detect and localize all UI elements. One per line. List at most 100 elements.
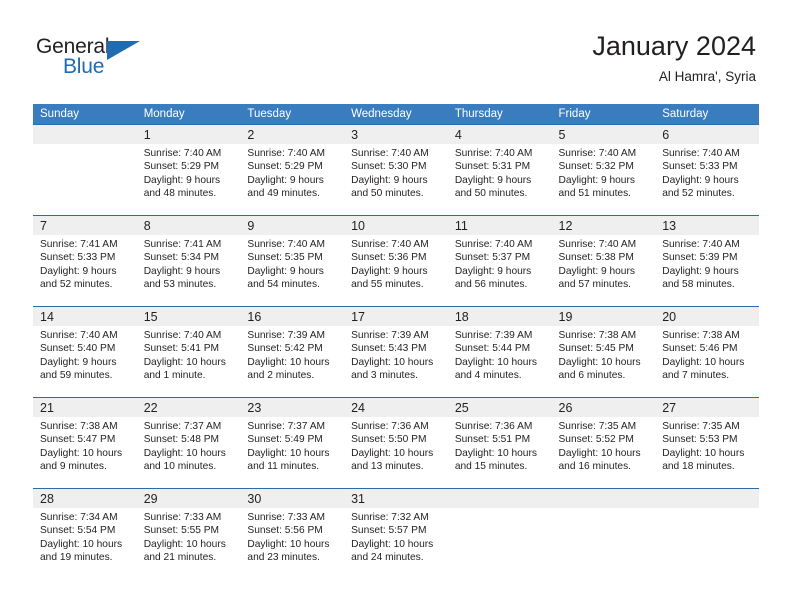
day-number: 22 [136, 398, 241, 417]
sunset-text: Sunset: 5:54 PM [40, 525, 116, 537]
day-cell[interactable]: 14 Sunrise: 7:40 AM Sunset: 5:40 PM Dayligh… [33, 306, 137, 398]
day-cell[interactable]: 15 Sunrise: 7:40 AM Sunset: 5:41 PM Dayligh… [136, 306, 241, 398]
general-blue-logo[interactable]: General Blue [36, 36, 166, 84]
day-cell[interactable]: 12 Sunrise: 7:40 AM Sunset: 5:38 PM Dayligh… [551, 215, 656, 307]
day-cell[interactable]: 4 Sunrise: 7:40 AM Sunset: 5:31 PM Daylight… [447, 124, 552, 216]
daylight-text-cont: and 52 minutes. [40, 279, 113, 291]
sunset-text: Sunset: 5:34 PM [143, 252, 220, 264]
day-cell[interactable]: 13 Sunrise: 7:40 AM Sunset: 5:39 PM Dayligh… [655, 215, 759, 307]
sunset-text: Sunset: 5:44 PM [454, 343, 531, 355]
day-cell[interactable]: 21 Sunrise: 7:38 AM Sunset: 5:47 PM Dayligh… [33, 397, 137, 489]
day-cell[interactable]: 6 Sunrise: 7:40 AM Sunset: 5:33 PM Daylight… [655, 124, 759, 216]
calendar-header-row: Sunday Monday Tuesday Wednesday Thursday… [33, 104, 759, 125]
day-number: 17 [344, 307, 448, 326]
day-cell[interactable]: 8 Sunrise: 7:41 AM Sunset: 5:34 PM Daylight… [136, 215, 241, 307]
daylight-text-cont: and 58 minutes. [662, 279, 735, 291]
daylight-text: Daylight: 10 hours [143, 447, 226, 459]
sunset-text: Sunset: 5:37 PM [454, 252, 531, 264]
day-cell[interactable]: 5 Sunrise: 7:40 AM Sunset: 5:32 PM Daylight… [551, 124, 656, 216]
day-cell[interactable]: 19 Sunrise: 7:38 AM Sunset: 5:45 PM Dayligh… [551, 306, 656, 398]
sunset-text: Sunset: 5:51 PM [454, 434, 531, 446]
day-cell[interactable]: 18 Sunrise: 7:39 AM Sunset: 5:44 PM Dayligh… [447, 306, 552, 398]
day-cell[interactable]: 10 Sunrise: 7:40 AM Sunset: 5:36 PM Dayligh… [344, 215, 448, 307]
day-cell[interactable]: 16 Sunrise: 7:39 AM Sunset: 5:42 PM Dayligh… [240, 306, 345, 398]
daylight-text-cont: and 21 minutes. [143, 552, 217, 564]
daylight-text: Daylight: 9 hours [40, 356, 117, 368]
day-number: 19 [551, 307, 656, 326]
day-cell[interactable]: 29 Sunrise: 7:33 AM Sunset: 5:55 PM Dayligh… [136, 488, 241, 579]
day-details: Sunrise: 7:33 AM Sunset: 5:56 PM Daylight:… [240, 508, 344, 565]
day-cell[interactable] [655, 488, 759, 579]
sunset-text: Sunset: 5:29 PM [143, 161, 220, 173]
daylight-text: Daylight: 9 hours [454, 174, 532, 186]
day-number [551, 489, 656, 508]
daylight-text-cont: and 50 minutes. [454, 188, 528, 200]
weekday-header-tuesday: Tuesday [240, 104, 345, 125]
daylight-text: Daylight: 9 hours [351, 174, 428, 186]
day-number: 4 [447, 125, 552, 144]
day-number: 15 [136, 307, 241, 326]
day-number: 26 [551, 398, 656, 417]
day-number: 31 [344, 489, 448, 508]
day-number: 16 [240, 307, 345, 326]
day-details: Sunrise: 7:40 AM Sunset: 5:36 PM Daylight:… [344, 235, 448, 292]
day-details: Sunrise: 7:39 AM Sunset: 5:43 PM Daylight:… [344, 326, 448, 383]
day-details: Sunrise: 7:40 AM Sunset: 5:29 PM Daylight:… [137, 144, 241, 201]
day-details: Sunrise: 7:40 AM Sunset: 5:30 PM Daylight:… [344, 144, 448, 201]
day-cell[interactable]: 24 Sunrise: 7:36 AM Sunset: 5:50 PM Dayligh… [344, 397, 448, 489]
day-details: Sunrise: 7:37 AM Sunset: 5:48 PM Daylight:… [137, 417, 241, 474]
day-cell[interactable]: 25 Sunrise: 7:36 AM Sunset: 5:51 PM Dayligh… [447, 397, 552, 489]
calendar-page: General Blue January 2024 Al Hamra', Syr… [0, 0, 792, 612]
day-cell[interactable] [551, 488, 656, 579]
day-cell[interactable]: 11 Sunrise: 7:40 AM Sunset: 5:37 PM Dayligh… [447, 215, 552, 307]
daylight-text-cont: and 4 minutes. [454, 370, 522, 382]
location-subtitle: Al Hamra', Syria [658, 69, 756, 84]
day-cell[interactable]: 2 Sunrise: 7:40 AM Sunset: 5:29 PM Daylight… [240, 124, 345, 216]
sunrise-text: Sunrise: 7:39 AM [454, 330, 533, 341]
day-number: 8 [136, 216, 241, 235]
day-cell[interactable]: 26 Sunrise: 7:35 AM Sunset: 5:52 PM Dayligh… [551, 397, 656, 489]
day-cell[interactable]: 17 Sunrise: 7:39 AM Sunset: 5:43 PM Dayligh… [344, 306, 448, 398]
day-cell[interactable]: 9 Sunrise: 7:40 AM Sunset: 5:35 PM Daylight… [240, 215, 345, 307]
weekday-header-wednesday: Wednesday [344, 104, 448, 125]
day-cell[interactable] [33, 124, 137, 216]
daylight-text-cont: and 53 minutes. [143, 279, 217, 291]
daylight-text-cont: and 16 minutes. [558, 461, 632, 473]
day-cell[interactable]: 31 Sunrise: 7:32 AM Sunset: 5:57 PM Dayligh… [344, 488, 448, 579]
day-details: Sunrise: 7:40 AM Sunset: 5:37 PM Daylight:… [448, 235, 552, 292]
logo-triangle-icon [107, 41, 140, 60]
day-cell[interactable]: 30 Sunrise: 7:33 AM Sunset: 5:56 PM Dayligh… [240, 488, 345, 579]
day-details: Sunrise: 7:40 AM Sunset: 5:33 PM Daylight:… [655, 144, 759, 201]
daylight-text-cont: and 24 minutes. [351, 552, 424, 564]
daylight-text: Daylight: 10 hours [143, 356, 226, 368]
day-details: Sunrise: 7:36 AM Sunset: 5:51 PM Daylight:… [448, 417, 552, 474]
sunset-text: Sunset: 5:49 PM [247, 434, 323, 446]
weekday-header-thursday: Thursday [447, 104, 552, 125]
day-cell[interactable] [447, 488, 552, 579]
day-number: 21 [33, 398, 137, 417]
day-cell[interactable]: 23 Sunrise: 7:37 AM Sunset: 5:49 PM Dayligh… [240, 397, 345, 489]
day-details: Sunrise: 7:34 AM Sunset: 5:54 PM Daylight:… [33, 508, 137, 565]
day-details: Sunrise: 7:38 AM Sunset: 5:45 PM Daylight:… [552, 326, 656, 383]
sunrise-text: Sunrise: 7:40 AM [143, 330, 222, 341]
day-cell[interactable]: 27 Sunrise: 7:35 AM Sunset: 5:53 PM Dayligh… [655, 397, 759, 489]
sunrise-text: Sunrise: 7:37 AM [143, 421, 222, 432]
day-cell[interactable]: 3 Sunrise: 7:40 AM Sunset: 5:30 PM Daylight… [344, 124, 448, 216]
day-details: Sunrise: 7:35 AM Sunset: 5:52 PM Daylight:… [552, 417, 656, 474]
day-cell[interactable]: 1 Sunrise: 7:40 AM Sunset: 5:29 PM Daylight… [136, 124, 241, 216]
calendar-week-row: 21 Sunrise: 7:38 AM Sunset: 5:47 PM Dayligh… [33, 397, 759, 489]
day-number: 20 [655, 307, 759, 326]
day-details: Sunrise: 7:38 AM Sunset: 5:47 PM Daylight:… [33, 417, 137, 474]
day-details: Sunrise: 7:40 AM Sunset: 5:32 PM Daylight:… [552, 144, 656, 201]
daylight-text-cont: and 3 minutes. [351, 370, 418, 382]
day-cell[interactable]: 28 Sunrise: 7:34 AM Sunset: 5:54 PM Dayligh… [33, 488, 137, 579]
daylight-text: Daylight: 10 hours [558, 356, 641, 368]
sunrise-text: Sunrise: 7:40 AM [247, 148, 325, 159]
day-cell[interactable]: 20 Sunrise: 7:38 AM Sunset: 5:46 PM Dayligh… [655, 306, 759, 398]
day-details [552, 508, 656, 511]
day-cell[interactable]: 7 Sunrise: 7:41 AM Sunset: 5:33 PM Daylight… [33, 215, 137, 307]
day-cell[interactable]: 22 Sunrise: 7:37 AM Sunset: 5:48 PM Dayligh… [136, 397, 241, 489]
daylight-text-cont: and 55 minutes. [351, 279, 424, 291]
daylight-text: Daylight: 10 hours [247, 447, 330, 459]
sunset-text: Sunset: 5:38 PM [558, 252, 634, 264]
